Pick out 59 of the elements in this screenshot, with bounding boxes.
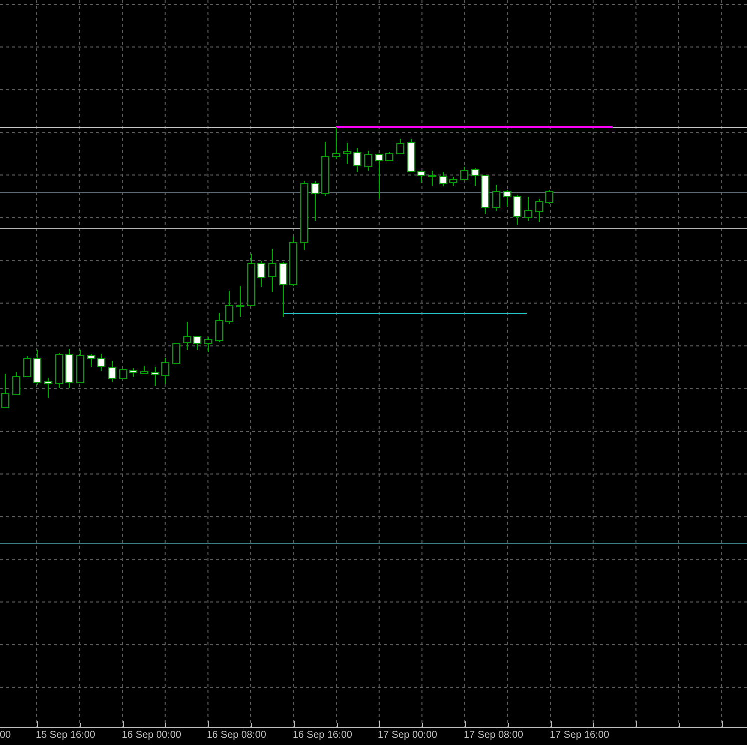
time-axis-label: 00 [0, 730, 12, 742]
time-axis-label: 16 Sep 16:00 [293, 730, 352, 742]
candlestick [216, 312, 224, 342]
candlestick [472, 168, 480, 186]
candlestick [204, 336, 212, 352]
candlestick [440, 172, 448, 186]
candlestick [236, 286, 244, 318]
candlestick [546, 190, 554, 204]
candlestick [258, 260, 266, 288]
time-axis-label: 15 Sep 16:00 [36, 730, 96, 742]
candlestick [492, 184, 500, 212]
candlestick [98, 354, 106, 372]
candlestick [300, 180, 308, 250]
candlestick [408, 138, 416, 172]
candlestick [364, 150, 372, 172]
time-axis-label: 17 Sep 16:00 [550, 730, 610, 742]
candlestick [24, 356, 32, 378]
candlestick [120, 370, 128, 380]
time-axis-label: 17 Sep 00:00 [378, 730, 438, 742]
candlestick [376, 154, 384, 200]
candlestick [524, 196, 532, 222]
candlestick [504, 190, 512, 208]
candlestick [536, 198, 544, 222]
candlestick [66, 348, 74, 388]
candlestick [322, 142, 330, 196]
candlestick [184, 322, 192, 350]
candlestick [450, 176, 458, 186]
candlestick [428, 170, 436, 186]
candlestick [514, 194, 522, 226]
candlestick [172, 342, 180, 364]
candlestick [344, 142, 352, 164]
candlestick [396, 138, 404, 154]
candlestick [152, 366, 160, 386]
candlestick [226, 290, 234, 324]
candlestick [12, 372, 20, 396]
candlestick [108, 360, 116, 382]
candlestick [386, 152, 394, 162]
time-axis-label: 16 Sep 08:00 [207, 730, 266, 742]
candlestick [76, 350, 84, 384]
candlestick [312, 180, 320, 222]
candlestick [332, 126, 340, 160]
time-axis-label: 17 Sep 08:00 [464, 730, 524, 742]
candlestick [162, 358, 170, 384]
candlestick [354, 148, 362, 172]
time-axis-label: 16 Sep 00:00 [122, 730, 182, 742]
candlestick [280, 262, 288, 318]
candlestick [88, 354, 96, 368]
candlestick [34, 350, 42, 386]
candlestick [130, 368, 138, 378]
candlestick [194, 336, 202, 350]
candlestick [268, 248, 276, 292]
candlestick [44, 378, 52, 398]
candlestick [56, 352, 64, 388]
candlestick [418, 172, 426, 184]
candlestick [482, 176, 490, 214]
candlestick [140, 366, 148, 374]
candlestick [290, 236, 298, 286]
candlestick [248, 254, 256, 306]
candlestick [460, 166, 468, 180]
